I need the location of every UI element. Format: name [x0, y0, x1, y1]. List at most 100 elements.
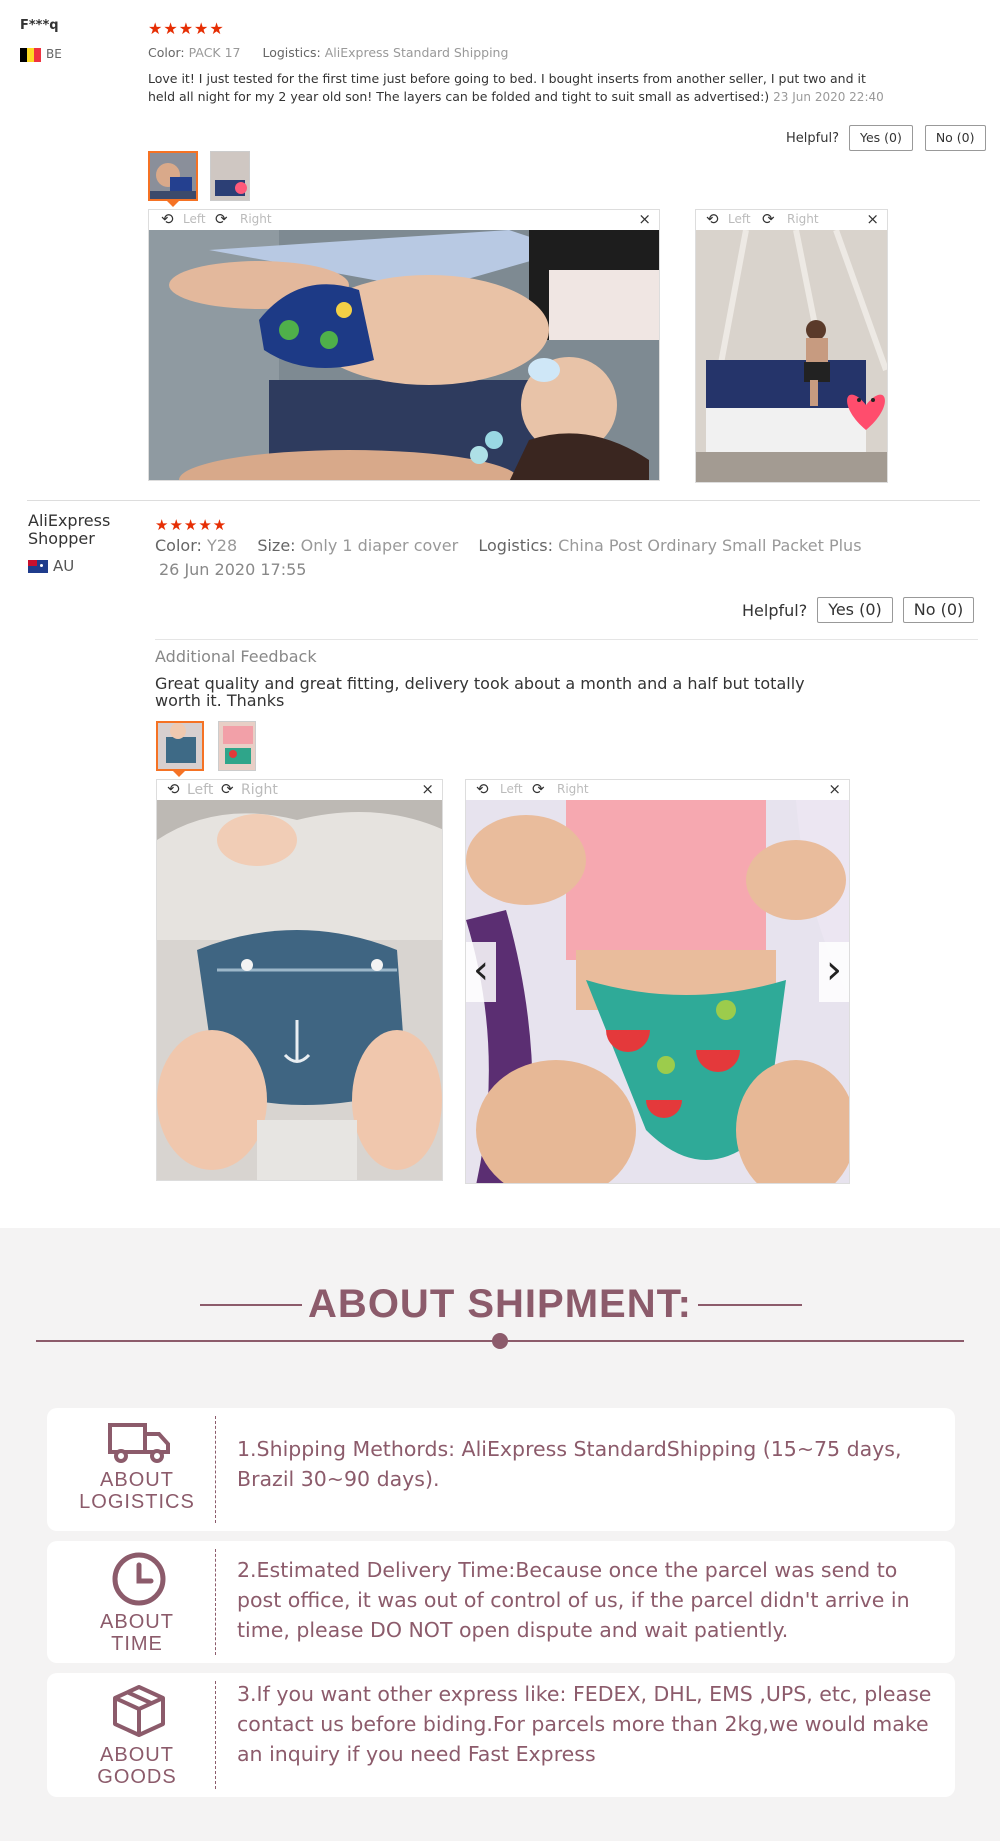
rotate-left-icon[interactable]: ⟲	[167, 780, 180, 798]
close-icon[interactable]: ×	[866, 210, 879, 228]
card-divider	[215, 1416, 216, 1523]
review-photo	[466, 800, 849, 1183]
rotate-left-icon[interactable]: ⟲	[161, 210, 174, 228]
rotate-left-label[interactable]: Left	[187, 782, 213, 798]
helpful-yes-button[interactable]: Yes (0)	[848, 125, 913, 151]
country-flag-au	[28, 560, 48, 573]
helpful-label: Helpful?	[742, 600, 808, 620]
color-value: PACK 17	[188, 45, 241, 60]
country-code: BE	[46, 47, 62, 61]
logistics-value: China Post Ordinary Small Packet Plus	[558, 536, 862, 555]
review-thumbnail[interactable]	[156, 721, 204, 771]
review-body: Love it! I just tested for the first tim…	[148, 71, 866, 104]
review-photo	[696, 230, 887, 482]
close-icon[interactable]: ×	[638, 210, 651, 228]
rotate-left-icon[interactable]: ⟲	[706, 210, 719, 228]
inner-separator	[155, 639, 978, 640]
active-thumb-indicator	[173, 771, 185, 777]
helpful-row: Helpful? Yes (0) No (0)	[786, 124, 986, 152]
image-viewer: ⟲ Left ⟳ Right ×	[465, 779, 850, 1184]
shipment-card-logistics: ABOUT LOGISTICS 1.Shipping Methords: Ali…	[47, 1408, 955, 1531]
rotate-left-label[interactable]: Left	[500, 782, 523, 796]
color-value: Y28	[206, 536, 238, 555]
color-label: Color:	[148, 45, 185, 60]
review-photo	[157, 800, 442, 1180]
card-text: 3.If you want other express like: FEDEX,…	[237, 1682, 932, 1766]
review-2: AliExpress Shopper AU ★★★★★ Color: Y28 S…	[0, 500, 1000, 1200]
viewer-toolbar: ⟲ Left ⟳ Right ×	[157, 780, 442, 800]
helpful-no-button[interactable]: No (0)	[924, 125, 986, 151]
color-label: Color:	[155, 536, 202, 555]
rotate-right-icon[interactable]: ⟳	[762, 210, 775, 228]
shipment-card-time: ABOUT TIME 2.Estimated Delivery Time:Bec…	[47, 1541, 955, 1663]
card-text: 1.Shipping Methords: AliExpress Standard…	[237, 1437, 902, 1491]
close-icon[interactable]: ×	[421, 780, 434, 798]
logistics-value: AliExpress Standard Shipping	[324, 45, 509, 60]
card-label-line1: ABOUT	[100, 1469, 174, 1491]
card-label-line1: ABOUT	[100, 1744, 174, 1766]
rotate-right-icon[interactable]: ⟳	[532, 780, 545, 798]
card-text: 2.Estimated Delivery Time:Because once t…	[237, 1558, 910, 1642]
review-meta: Color: Y28 Size: Only 1 diaper cover Log…	[155, 536, 862, 555]
clock-icon	[111, 1551, 167, 1611]
rotate-right-icon[interactable]: ⟳	[215, 210, 228, 228]
rotate-right-label[interactable]: Right	[557, 782, 589, 796]
star-rating: ★★★★★	[148, 19, 225, 38]
rotate-right-icon[interactable]: ⟳	[221, 780, 234, 798]
size-label: Size:	[257, 536, 296, 555]
helpful-label: Helpful?	[786, 130, 839, 146]
shipment-section: ABOUT SHIPMENT: ABOUT LOGISTICS 1.Shippi…	[0, 1228, 1000, 1841]
viewer-toolbar: ⟲ Left ⟳ Right ×	[466, 780, 849, 800]
country-flag-be	[20, 48, 41, 62]
truck-icon	[107, 1420, 173, 1468]
review-date: 26 Jun 2020 17:55	[159, 560, 307, 579]
rotate-left-label[interactable]: Left	[728, 212, 751, 226]
box-icon	[111, 1683, 167, 1743]
image-viewer: ⟲ Left ⟳ Right ×	[148, 209, 660, 481]
review-text: Love it! I just tested for the first tim…	[148, 70, 893, 106]
review-thumbnail[interactable]	[210, 151, 250, 201]
card-icon-area: ABOUT GOODS	[47, 1673, 227, 1797]
additional-feedback-text: Great quality and great fitting, deliver…	[155, 674, 805, 710]
helpful-row: Helpful? Yes (0) No (0)	[742, 596, 975, 624]
helpful-no-button[interactable]: No (0)	[902, 597, 975, 623]
prev-image-button[interactable]: ‹	[466, 942, 496, 1002]
card-label-line2: GOODS	[97, 1766, 177, 1788]
rotate-right-label[interactable]: Right	[241, 782, 278, 798]
card-icon-area: ABOUT TIME	[47, 1541, 227, 1663]
card-label-line2: TIME	[111, 1633, 163, 1655]
card-label-line2: LOGISTICS	[79, 1491, 195, 1513]
viewer-toolbar: ⟲ Left ⟳ Right ×	[149, 210, 659, 230]
review-date: 23 Jun 2020 22:40	[773, 90, 884, 104]
card-icon-area: ABOUT LOGISTICS	[47, 1408, 227, 1531]
viewer-toolbar: ⟲ Left ⟳ Right ×	[696, 210, 887, 230]
title-underline-dot	[492, 1333, 508, 1349]
rotate-left-icon[interactable]: ⟲	[476, 780, 489, 798]
card-label-line1: ABOUT	[100, 1611, 174, 1633]
close-icon[interactable]: ×	[828, 780, 841, 798]
helpful-yes-button[interactable]: Yes (0)	[817, 597, 893, 623]
next-image-button[interactable]: ›	[819, 942, 849, 1002]
country-code: AU	[53, 557, 75, 575]
reviewer-name: AliExpress Shopper	[28, 511, 111, 548]
shipment-card-goods: ABOUT GOODS 3.If you want other express …	[47, 1673, 955, 1797]
rotate-right-label[interactable]: Right	[240, 212, 272, 226]
review-meta: Color: PACK 17 Logistics: AliExpress Sta…	[148, 45, 508, 60]
logistics-label: Logistics:	[262, 45, 321, 60]
card-divider	[215, 1549, 216, 1655]
image-viewer: ⟲ Left ⟳ Right ×	[156, 779, 443, 1181]
active-thumb-indicator	[167, 201, 179, 207]
rotate-left-label[interactable]: Left	[183, 212, 206, 226]
rotate-right-label[interactable]: Right	[787, 212, 819, 226]
logistics-label: Logistics:	[478, 536, 553, 555]
image-viewer: ⟲ Left ⟳ Right ×	[695, 209, 888, 483]
star-rating: ★★★★★	[155, 516, 228, 534]
review-photo	[149, 230, 659, 480]
size-value: Only 1 diaper cover	[300, 536, 459, 555]
additional-feedback-label: Additional Feedback	[155, 647, 317, 666]
review-thumbnail[interactable]	[218, 721, 256, 771]
title-line-right	[698, 1304, 802, 1306]
card-divider	[215, 1681, 216, 1789]
review-thumbnail[interactable]	[148, 151, 198, 201]
review-1: F***q BE ★★★★★ Color: PACK 17 Logistics:…	[0, 0, 1000, 500]
